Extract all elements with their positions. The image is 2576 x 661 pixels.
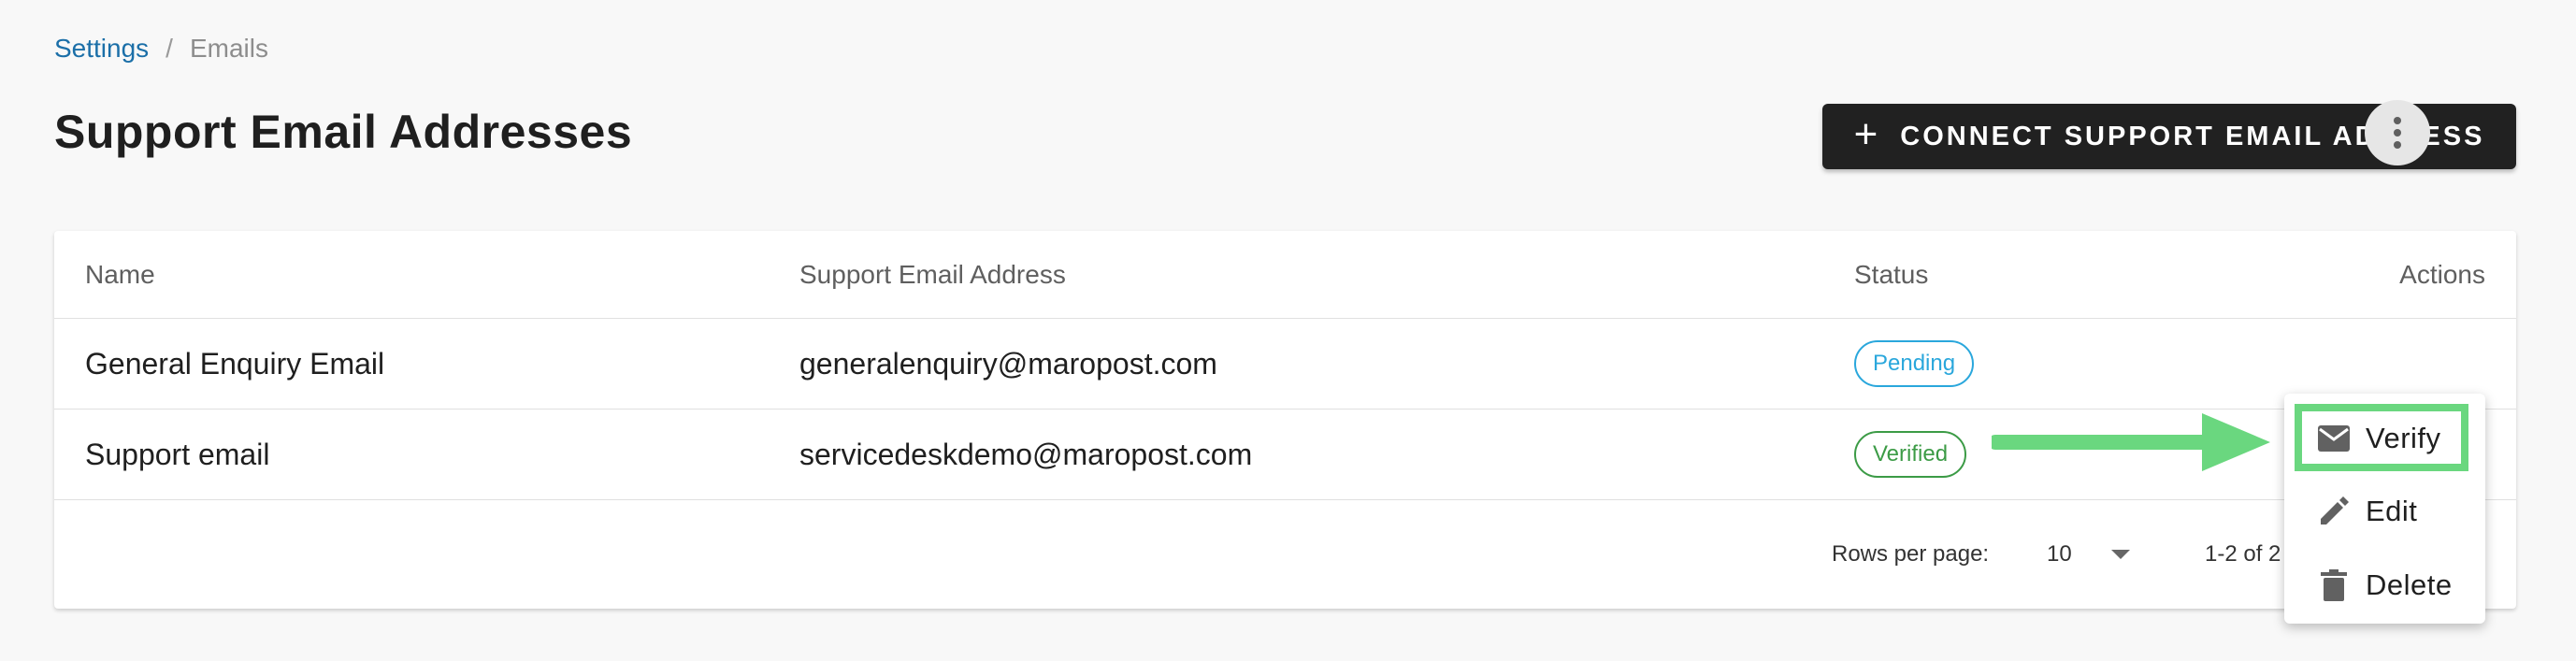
column-header-status[interactable]: Status: [1854, 231, 1928, 318]
rows-per-page-value: 10: [2047, 541, 2072, 567]
breadcrumb-separator: /: [165, 34, 173, 63]
pagination-range: 1-2 of 2: [2205, 541, 2281, 567]
mail-icon: [2317, 422, 2351, 455]
breadcrumb: Settings / Emails: [54, 34, 268, 64]
breadcrumb-current: Emails: [189, 34, 268, 63]
row-name: Support email: [85, 437, 270, 471]
table-header-row: Name Support Email Address Status Action…: [54, 231, 2516, 319]
row-actions-menu: Verify Edit Delete: [2284, 394, 2485, 624]
more-vertical-icon-dot: [2394, 129, 2401, 137]
more-vertical-icon-dot: [2394, 141, 2401, 149]
status-badge-verified: Verified: [1854, 431, 1967, 478]
pencil-icon: [2317, 495, 2351, 528]
plus-icon: +: [1853, 111, 1878, 157]
column-header-email[interactable]: Support Email Address: [799, 231, 1066, 318]
menu-item-verify-label: Verify: [2366, 422, 2441, 454]
page-title: Support Email Addresses: [54, 106, 633, 158]
table-pagination: Rows per page: 10 1-2 of 2: [54, 500, 2516, 609]
menu-item-edit[interactable]: Edit: [2284, 474, 2485, 549]
menu-item-edit-label: Edit: [2366, 495, 2418, 527]
column-header-name[interactable]: Name: [85, 231, 155, 318]
rows-per-page-label: Rows per page:: [1832, 541, 1990, 567]
arrow-annotation-icon: [1992, 413, 2270, 471]
row-status: Pending: [1854, 319, 1975, 409]
status-badge-pending: Pending: [1854, 340, 1975, 387]
chevron-down-icon: [2110, 550, 2130, 559]
row-name: General Enquiry Email: [85, 346, 385, 381]
trash-icon: [2317, 568, 2351, 602]
menu-item-delete-label: Delete: [2366, 568, 2453, 601]
row-actions-menu-button[interactable]: [2365, 100, 2430, 165]
row-email: servicedeskdemo@maropost.com: [799, 437, 1253, 471]
menu-item-delete[interactable]: Delete: [2284, 548, 2485, 623]
row-email: generalenquiry@maropost.com: [799, 346, 1217, 381]
row-status: Verified: [1854, 410, 1967, 499]
breadcrumb-settings-link[interactable]: Settings: [54, 34, 149, 64]
rows-per-page-select[interactable]: 10: [2047, 500, 2130, 609]
more-vertical-icon: [2394, 117, 2401, 124]
column-header-actions: Actions: [2399, 259, 2485, 289]
table-row[interactable]: General Enquiry Email generalenquiry@mar…: [54, 319, 2516, 410]
menu-item-verify[interactable]: Verify: [2284, 401, 2485, 476]
